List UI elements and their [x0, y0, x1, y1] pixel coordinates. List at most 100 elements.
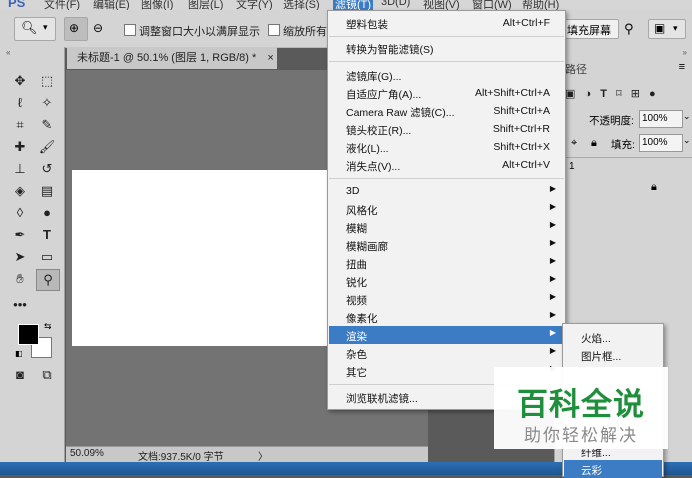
- smart-filter-icon[interactable]: ⊞: [631, 88, 640, 100]
- type-filter-icon[interactable]: T: [600, 88, 607, 100]
- eyedropper-tool-icon[interactable]: ✎: [36, 115, 58, 135]
- menu-item-render[interactable]: 渲染 ▶: [329, 326, 564, 344]
- lasso-tool-icon[interactable]: ℓ: [9, 93, 31, 113]
- submenu-arrow-icon: ▶: [549, 238, 556, 247]
- zoom-tool-icon[interactable]: ⚲: [36, 269, 60, 291]
- menu-item-lens-correction[interactable]: 镜头校正(R)... Shift+Ctrl+R: [329, 120, 564, 138]
- screen-mode-icon[interactable]: ⧉: [36, 365, 58, 385]
- rectangle-tool-icon[interactable]: ▭: [36, 247, 58, 267]
- menu-select[interactable]: 选择(S): [283, 0, 320, 10]
- menu-item-3d[interactable]: 3D ▶: [329, 182, 564, 200]
- menu-item-convert-smart-filters[interactable]: 转换为智能滤镜(S): [329, 39, 564, 57]
- tool-preset-picker[interactable]: 🔍︎ ▾: [14, 17, 56, 41]
- more-tools-icon[interactable]: •••: [9, 295, 31, 315]
- expand-icon[interactable]: »: [683, 48, 687, 57]
- zoom-all-checkbox[interactable]: [268, 24, 280, 36]
- path-selection-tool-icon[interactable]: ➤: [9, 247, 31, 267]
- magic-wand-tool-icon[interactable]: ✧: [36, 93, 58, 113]
- document-tab[interactable]: 未标题-1 @ 50.1% (图层 1, RGB/8) * ×: [67, 47, 277, 69]
- layer-row-label[interactable]: 1: [569, 161, 575, 172]
- document-canvas[interactable]: [72, 170, 332, 346]
- fill-screen-label: 填充屏幕: [567, 25, 611, 37]
- divider: [565, 157, 692, 158]
- submenu-item-clouds[interactable]: 云彩: [564, 460, 662, 478]
- fill-screen-button[interactable]: 填充屏幕: [563, 19, 619, 39]
- menu-item-noise[interactable]: 杂色 ▶: [329, 344, 564, 362]
- foreground-color-swatch[interactable]: [18, 324, 39, 345]
- swap-colors-icon[interactable]: ⇆: [44, 321, 52, 332]
- move-tool-icon[interactable]: ✥: [9, 71, 31, 91]
- adjust-filter-icon[interactable]: ◑: [584, 88, 591, 100]
- history-brush-tool-icon[interactable]: ↺: [36, 159, 58, 179]
- menu-item-blur[interactable]: 模糊 ▶: [329, 218, 564, 236]
- default-colors-icon[interactable]: ◧: [15, 349, 23, 358]
- clone-stamp-tool-icon[interactable]: ⊥: [9, 159, 31, 179]
- eraser-tool-icon[interactable]: ◈: [9, 181, 31, 201]
- menu-window[interactable]: 窗口(W): [472, 0, 512, 10]
- shape-filter-icon[interactable]: ⌑: [616, 88, 622, 100]
- submenu-arrow-icon: ▶: [549, 292, 556, 301]
- tab-paths[interactable]: 路径: [565, 61, 587, 77]
- status-menu-arrow[interactable]: 〉: [258, 448, 268, 463]
- crop-tool-icon[interactable]: ⌗: [9, 115, 31, 135]
- submenu-item-flame[interactable]: 火焰...: [564, 328, 662, 346]
- menu-edit[interactable]: 编辑(E): [93, 0, 130, 10]
- menu-filter[interactable]: 滤镜(T): [333, 0, 374, 10]
- zoom-in-button[interactable]: ⊕: [64, 17, 88, 41]
- menu-type[interactable]: 文字(Y): [236, 0, 273, 10]
- gradient-tool-icon[interactable]: ▤: [36, 181, 58, 201]
- quick-mask-icon[interactable]: ◙: [9, 365, 31, 385]
- submenu-item-picture-frame[interactable]: 图片框...: [564, 346, 662, 364]
- menu-item-video[interactable]: 视频 ▶: [329, 290, 564, 308]
- menu-item-filter-gallery[interactable]: 滤镜库(G)...: [329, 66, 564, 84]
- search-icon: ⚲: [624, 21, 634, 36]
- marquee-tool-icon[interactable]: ⬚: [36, 71, 58, 91]
- dodge-tool-icon[interactable]: ●: [36, 203, 58, 223]
- image-filter-icon[interactable]: ▣: [565, 88, 575, 100]
- menu-item-plastic-wrap[interactable]: 塑料包装 Alt+Ctrl+F: [329, 14, 564, 32]
- menu-item-stylize[interactable]: 风格化 ▶: [329, 200, 564, 218]
- submenu-arrow-icon: ▶: [549, 328, 556, 337]
- hand-tool-icon[interactable]: ✋︎: [9, 269, 31, 289]
- lock-icon: 🔒︎: [651, 181, 657, 193]
- search-button[interactable]: ⚲: [620, 19, 642, 39]
- menu-help[interactable]: 帮助(H): [522, 0, 559, 10]
- status-bar: 50.09% 文档:937.5K/0 字节 〉: [66, 446, 428, 463]
- brush-tool-icon[interactable]: 🖌︎: [36, 137, 58, 157]
- zoom-icon: 🔍︎: [21, 20, 38, 35]
- resize-windows-checkbox[interactable]: [124, 24, 136, 36]
- menu-item-sharpen[interactable]: 锐化 ▶: [329, 272, 564, 290]
- menu-image[interactable]: 图像(I): [141, 0, 173, 10]
- type-tool-icon[interactable]: T: [36, 225, 58, 245]
- workspace-icon: ▣: [654, 21, 666, 35]
- panel-menu-icon[interactable]: ≡: [679, 61, 685, 73]
- menu-item-adaptive-wide-angle[interactable]: 自适应广角(A)... Alt+Shift+Ctrl+A: [329, 84, 564, 102]
- watermark-title: 百科全说: [517, 387, 645, 422]
- chevron-down-icon[interactable]: ⌄: [683, 135, 691, 146]
- document-tab-title: 未标题-1 @ 50.1% (图层 1, RGB/8) *: [77, 52, 257, 64]
- menu-item-distort[interactable]: 扭曲 ▶: [329, 254, 564, 272]
- menu-view[interactable]: 视图(V): [423, 0, 460, 10]
- menu-item-blur-gallery[interactable]: 模糊画廊 ▶: [329, 236, 564, 254]
- menu-3d[interactable]: 3D(D): [381, 0, 410, 8]
- menu-layer[interactable]: 图层(L): [188, 0, 223, 10]
- chevron-down-icon[interactable]: ⌄: [683, 111, 691, 122]
- filter-toggle-icon[interactable]: ●: [649, 88, 656, 100]
- lock-position-icon[interactable]: ⌖: [571, 137, 577, 150]
- collapse-icon[interactable]: «: [6, 48, 10, 57]
- fill-field[interactable]: 100%: [639, 134, 683, 152]
- opacity-field[interactable]: 100%: [639, 110, 683, 128]
- menu-item-vanishing-point[interactable]: 消失点(V)... Alt+Ctrl+V: [329, 156, 564, 174]
- blur-tool-icon[interactable]: ◊: [9, 203, 31, 223]
- menu-file[interactable]: 文件(F): [44, 0, 80, 10]
- menu-item-liquify[interactable]: 液化(L)... Shift+Ctrl+X: [329, 138, 564, 156]
- workspace-switcher[interactable]: ▣ ▾: [648, 19, 686, 39]
- zoom-out-button[interactable]: ⊖: [88, 17, 112, 41]
- lock-all-icon[interactable]: 🔒︎: [591, 137, 597, 150]
- close-icon[interactable]: ×: [267, 52, 273, 64]
- pen-tool-icon[interactable]: ✒: [9, 225, 31, 245]
- menu-item-pixelate[interactable]: 像素化 ▶: [329, 308, 564, 326]
- zoom-level[interactable]: 50.09%: [70, 448, 104, 459]
- menu-item-camera-raw[interactable]: Camera Raw 滤镜(C)... Shift+Ctrl+A: [329, 102, 564, 120]
- healing-brush-tool-icon[interactable]: ✚: [9, 137, 31, 157]
